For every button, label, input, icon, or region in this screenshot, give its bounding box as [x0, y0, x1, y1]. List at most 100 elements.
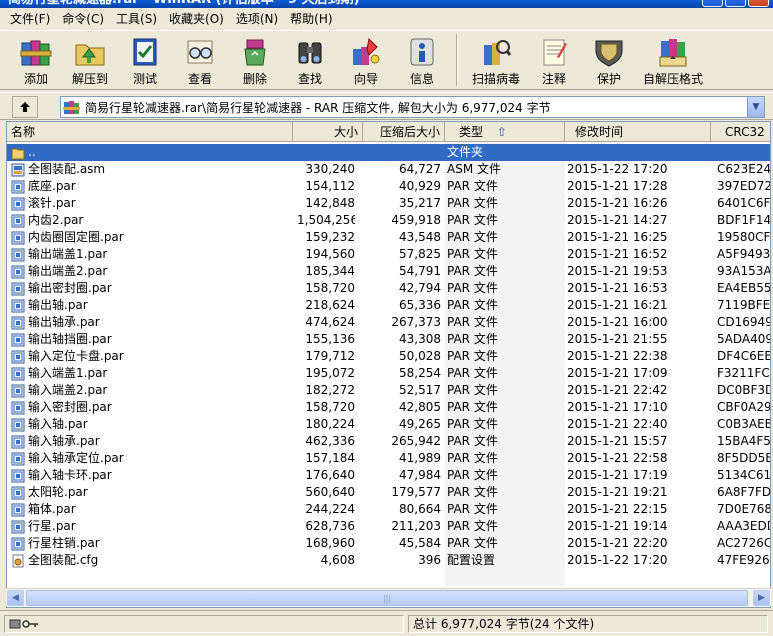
find-binoculars-icon — [290, 33, 330, 71]
info-button[interactable]: 信息 — [394, 31, 450, 89]
file-name: 输出密封圈.par — [28, 281, 112, 295]
sfx-box-icon — [653, 33, 693, 71]
file-name-cell: 行星柱销.par — [11, 535, 291, 552]
view-button[interactable]: 查看 — [172, 31, 228, 89]
file-row[interactable]: 滚针.par 142,848 35,217 PAR 文件 2015-1-21 16:26… — [7, 195, 770, 212]
file-size: 244,224 — [305, 502, 355, 516]
window-title: 简易行星轮减速器.rar - WinRAR (评估版本 - 9 天后到期) — [8, 0, 360, 8]
file-row[interactable]: 输出端盖1.par 194,560 57,825 PAR 文件 2015-1-21 16… — [7, 246, 770, 263]
column-packed[interactable]: 压缩后大小 — [363, 122, 445, 142]
file-row[interactable]: 输入轴卡环.par 176,640 47,984 PAR 文件 2015-1-21 17… — [7, 467, 770, 484]
file-row[interactable]: 输入轴承.par 462,336 265,942 PAR 文件 2015-1-21 15… — [7, 433, 770, 450]
protect-button[interactable]: 保护 — [580, 31, 638, 89]
extract-to-label: 解压到 — [71, 72, 108, 86]
add-button[interactable]: 添加 — [10, 31, 62, 89]
up-folder-button[interactable] — [12, 96, 38, 118]
file-crc: 47FE926 — [717, 553, 770, 567]
minimize-button[interactable] — [702, 0, 723, 7]
file-par-icon — [11, 469, 25, 483]
menu-tools[interactable]: 工具(S) — [110, 9, 163, 29]
file-crc: 5ADA409 — [717, 332, 771, 346]
file-name-cell: 输入轴承.par — [11, 433, 291, 450]
file-row[interactable]: 输出轴挡圈.par 155,136 43,308 PAR 文件 2015-1-21 21… — [7, 331, 771, 348]
file-row[interactable]: 输入定位卡盘.par 179,712 50,028 PAR 文件 2015-1-21 2… — [7, 348, 770, 365]
file-size: 474,624 — [305, 315, 355, 329]
menu-favorites[interactable]: 收藏夹(O) — [163, 9, 230, 29]
column-modified[interactable]: 修改时间 — [565, 122, 711, 142]
file-size: 185,344 — [305, 264, 355, 278]
file-packed-size: 211,203 — [391, 519, 441, 533]
wizard-label: 向导 — [353, 72, 378, 86]
scrollbar-thumb[interactable]: ||| — [26, 590, 748, 606]
menu-options[interactable]: 选项(N) — [230, 9, 284, 29]
file-row[interactable]: 行星.par 628,736 211,203 PAR 文件 2015-1-21 19:1… — [7, 518, 770, 535]
file-row[interactable]: 输入端盖1.par 195,072 58,254 PAR 文件 2015-1-21 17… — [7, 365, 770, 382]
file-modified: 2015-1-21 19:53 — [567, 264, 668, 278]
file-row[interactable]: 输出轴承.par 474,624 267,373 PAR 文件 2015-1-21 16… — [7, 314, 770, 331]
file-packed-size: 50,028 — [399, 349, 441, 363]
close-button[interactable] — [748, 0, 769, 7]
file-size: 142,848 — [305, 196, 355, 210]
column-type[interactable]: 类型 ⇧ — [445, 122, 565, 142]
toolbar: 添加 解压到 测试 查看 删除 查找 向导 信息 扫描病毒 注释 保护 自解压格… — [0, 30, 773, 90]
menu-commands[interactable]: 命令(C) — [56, 9, 110, 29]
file-crc: 19580CF — [717, 230, 771, 244]
file-rows: .. 文件夹 全图装配.asm 330,240 64,727 ASM 文件 2015-1-2… — [7, 144, 771, 569]
file-row[interactable]: 太阳轮.par 560,640 179,577 PAR 文件 2015-1-21 19:… — [7, 484, 770, 501]
file-size: 330,240 — [305, 162, 355, 176]
scroll-right-button[interactable]: ▶ — [753, 590, 770, 606]
file-row[interactable]: 输入轴承定位.par 157,184 41,989 PAR 文件 2015-1-21 2… — [7, 450, 771, 467]
file-name: 输出轴.par — [28, 298, 88, 312]
file-row[interactable]: 行星柱销.par 168,960 45,584 PAR 文件 2015-1-21 22:… — [7, 535, 770, 552]
status-left-panel — [4, 615, 404, 633]
scroll-left-button[interactable]: ◀ — [7, 590, 24, 606]
title-bar[interactable]: 简易行星轮减速器.rar - WinRAR (评估版本 - 9 天后到期) — [0, 0, 773, 8]
menu-file[interactable]: 文件(F) — [4, 9, 56, 29]
file-crc: 8F5DD5E — [717, 451, 771, 465]
address-field[interactable]: 简易行星轮减速器.rar\简易行星轮减速器 - RAR 压缩文件, 解包大小为 … — [60, 96, 765, 118]
file-row[interactable]: 输入轴.par 180,224 49,265 PAR 文件 2015-1-21 22:4… — [7, 416, 770, 433]
extract-to-button[interactable]: 解压到 — [62, 31, 118, 89]
file-name: 输出端盖1.par — [28, 247, 108, 261]
file-modified: 2015-1-21 22:42 — [567, 383, 668, 397]
wizard-button[interactable]: 向导 — [338, 31, 394, 89]
test-button[interactable]: 测试 — [118, 31, 172, 89]
maximize-button[interactable] — [725, 0, 746, 7]
address-dropdown-button[interactable]: ▼ — [747, 97, 764, 117]
file-row[interactable]: 内齿圈固定圈.par 159,232 43,548 PAR 文件 2015-1-21 1… — [7, 229, 771, 246]
horizontal-scrollbar[interactable]: ◀ ||| ▶ — [6, 588, 771, 606]
file-list[interactable]: 名称 大小 压缩后大小 类型 ⇧ 修改时间 CRC32 .. 文件夹 全图装配.as… — [6, 121, 771, 608]
sfx-button[interactable]: 自解压格式 — [638, 31, 708, 89]
file-row[interactable]: 全图装配.asm 330,240 64,727 ASM 文件 2015-1-22 17:… — [7, 161, 770, 178]
file-name: 全图装配.asm — [28, 162, 106, 176]
file-type: PAR 文件 — [447, 349, 498, 363]
view-label: 查看 — [187, 72, 212, 86]
file-type: PAR 文件 — [447, 247, 498, 261]
file-row[interactable]: 输出轴.par 218,624 65,336 PAR 文件 2015-1-21 16:2… — [7, 297, 770, 314]
file-name: 行星柱销.par — [28, 536, 100, 550]
file-row[interactable]: 全图装配.cfg 4,608 396 配置设置 2015-1-22 17:20 47FE9… — [7, 552, 770, 569]
parent-folder-row[interactable]: .. 文件夹 — [7, 144, 770, 161]
file-row[interactable]: 底座.par 154,112 40,929 PAR 文件 2015-1-21 17:28… — [7, 178, 770, 195]
file-modified: 2015-1-21 22:40 — [567, 417, 668, 431]
file-row[interactable]: 内齿2.par 1,504,256 459,918 PAR 文件 2015-1-21 1… — [7, 212, 770, 229]
file-packed-size: 43,548 — [399, 230, 441, 244]
file-type: PAR 文件 — [447, 179, 498, 193]
column-name[interactable]: 名称 — [7, 122, 293, 142]
file-row[interactable]: 输入端盖2.par 182,272 52,517 PAR 文件 2015-1-21 22… — [7, 382, 770, 399]
file-row[interactable]: 箱体.par 244,224 80,664 PAR 文件 2015-1-21 22:15… — [7, 501, 770, 518]
file-row[interactable]: 输入密封圈.par 158,720 42,805 PAR 文件 2015-1-21 17… — [7, 399, 770, 416]
file-packed-size: 396 — [418, 553, 441, 567]
column-crc[interactable]: CRC32 — [711, 122, 770, 142]
scan-virus-button[interactable]: 扫描病毒 — [464, 31, 528, 89]
file-row[interactable]: 输出端盖2.par 185,344 54,791 PAR 文件 2015-1-21 19… — [7, 263, 770, 280]
delete-button[interactable]: 删除 — [228, 31, 282, 89]
find-button[interactable]: 查找 — [282, 31, 338, 89]
column-size[interactable]: 大小 — [293, 122, 363, 142]
comment-button[interactable]: 注释 — [528, 31, 580, 89]
file-modified: 2015-1-21 16:52 — [567, 247, 668, 261]
menu-help[interactable]: 帮助(H) — [284, 9, 338, 29]
file-name-cell: 输入轴承定位.par — [11, 450, 291, 467]
file-row[interactable]: 输出密封圈.par 158,720 42,794 PAR 文件 2015-1-21 16… — [7, 280, 770, 297]
file-type: PAR 文件 — [447, 417, 498, 431]
